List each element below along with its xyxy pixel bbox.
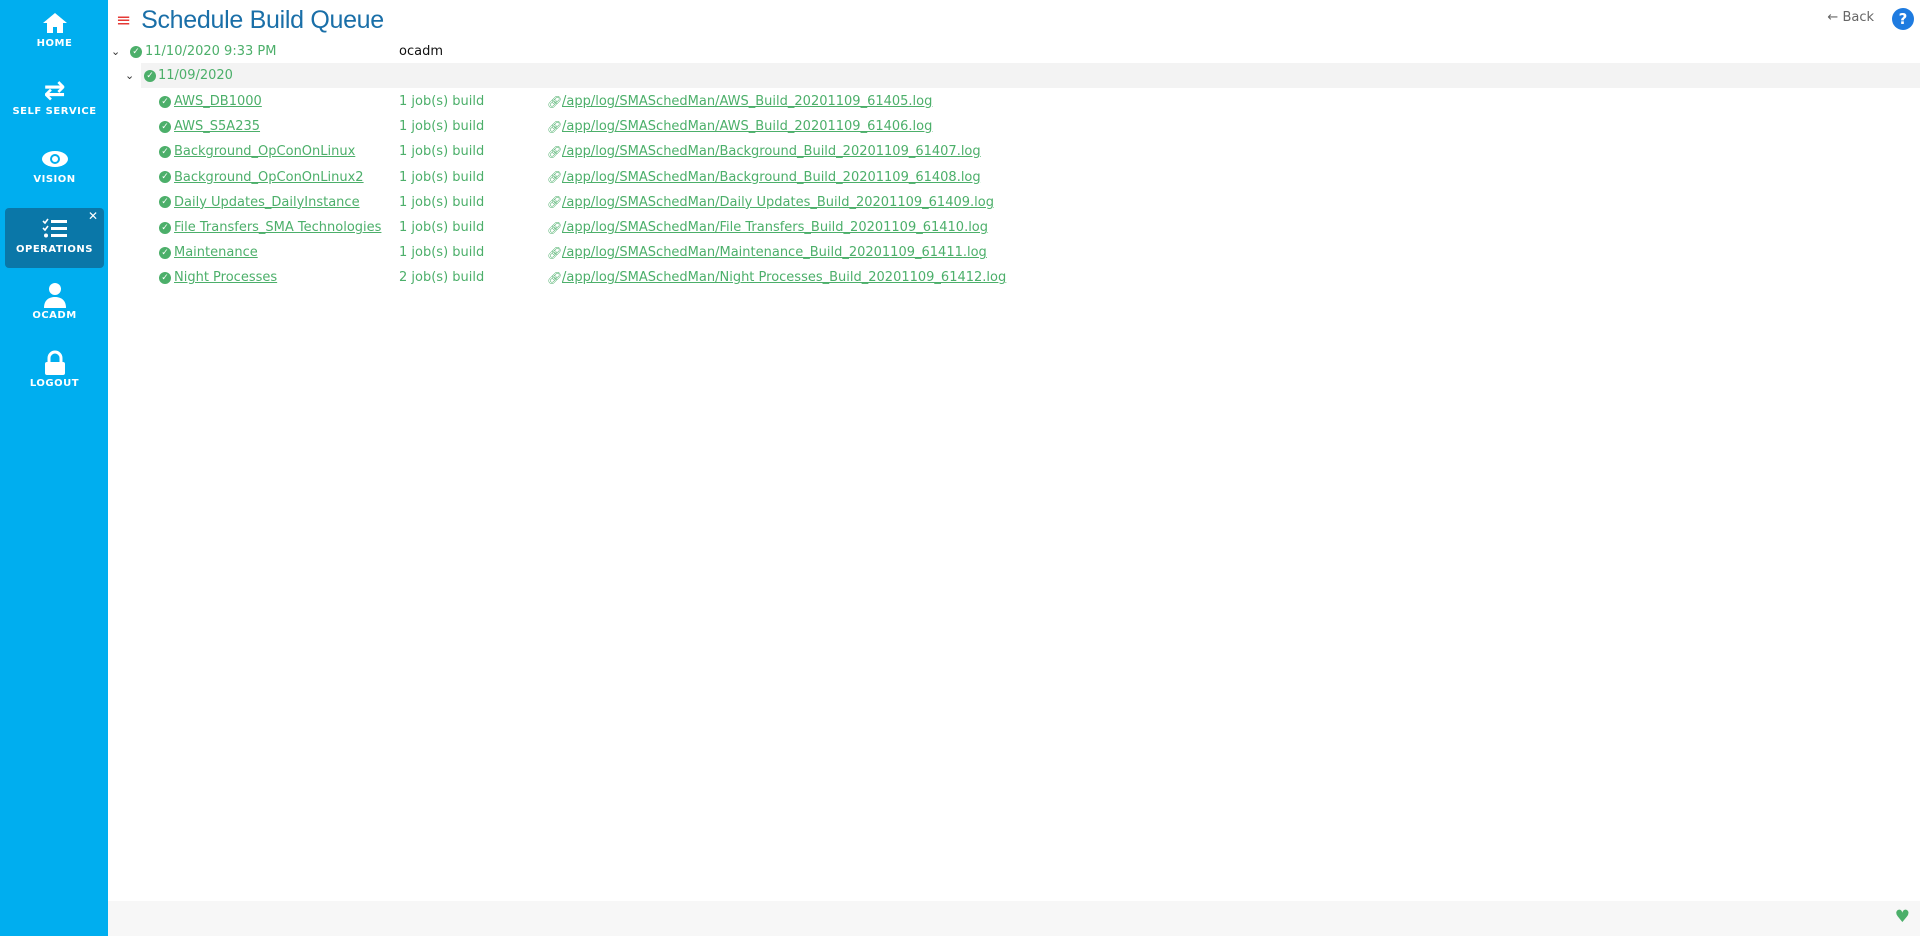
log-link[interactable]: /app/log/SMASchedMan/AWS_Build_20201109_… [562,94,932,109]
sidebar-item-operations[interactable]: ✕ OPERATIONS [5,208,104,268]
jobs-count: 1 job(s) build [399,169,485,185]
tree-item-row: ✓ Daily Updates_DailyInstance 1 job(s) b… [108,190,1920,215]
swap-icon: ⇄ [43,76,66,106]
chevron-down-icon[interactable]: ⌄ [111,45,120,58]
page-title: Schedule Build Queue [141,6,384,34]
sidebar-item-label: SELF SERVICE [12,106,97,117]
check-circle-icon: ✓ [159,246,171,259]
arrow-left-icon: ← [1827,10,1839,25]
hamburger-menu-icon[interactable]: ≡ [116,10,131,31]
eye-icon [5,144,104,174]
home-icon [5,8,104,38]
tree-date-row[interactable]: ⌄ ✓ 11/09/2020 [108,63,1920,88]
jobs-count: 2 job(s) build [399,270,485,286]
help-icon[interactable]: ? [1892,8,1914,30]
link-icon: 🔗︎ [547,144,563,159]
sidebar-item-label: OCADM [32,310,77,321]
check-circle-icon: ✓ [130,45,142,58]
jobs-count: 1 job(s) build [399,94,485,109]
root-user: ocadm [399,44,443,59]
sidebar-item-label: HOME [36,38,73,49]
sidebar-item-label: OPERATIONS [16,244,93,255]
tree-item-row: ✓ Night Processes 2 job(s) build 🔗︎ /app… [108,265,1920,290]
tree-item-row: ✓ Maintenance 1 job(s) build 🔗︎ /app/log… [108,240,1920,265]
sidebar-item-label: LOGOUT [29,378,80,389]
tree-item-row: ✓ Background_OpConOnLinux2 1 job(s) buil… [108,165,1920,190]
heartbeat-icon: ♥ [1894,907,1910,927]
log-link[interactable]: /app/log/SMASchedMan/Night Processes_Bui… [562,270,1006,285]
schedule-link[interactable]: AWS_S5A235 [174,119,260,134]
back-button[interactable]: ← Back [1827,10,1874,25]
jobs-count: 1 job(s) build [399,144,485,160]
check-circle-icon: ✓ [144,69,156,82]
link-icon: 🔗︎ [547,94,563,109]
jobs-count: 1 job(s) build [399,119,485,135]
main-content: ≡ Schedule Build Queue ← Back ? ⌄ ✓ 11/1… [108,0,1920,936]
chevron-down-icon[interactable]: ⌄ [125,69,134,82]
sidebar-item-label: VISION [33,174,76,185]
check-circle-icon: ✓ [159,95,171,108]
schedule-link[interactable]: Maintenance [174,245,258,260]
check-circle-icon: ✓ [159,196,171,209]
schedule-link[interactable]: AWS_DB1000 [174,94,262,109]
check-circle-icon: ✓ [159,145,171,158]
back-label: Back [1842,10,1874,25]
schedule-link[interactable]: File Transfers_SMA Technologies [174,220,381,235]
sidebar-item-home[interactable]: HOME [5,2,104,62]
schedule-link[interactable]: Night Processes [174,270,277,285]
schedule-link[interactable]: Background_OpConOnLinux2 [174,170,364,185]
link-icon: 🔗︎ [547,220,563,235]
schedule-link[interactable]: Background_OpConOnLinux [174,144,355,159]
check-circle-icon: ✓ [159,171,171,184]
tree-item-row: ✓ AWS_DB1000 1 job(s) build 🔗︎ /app/log/… [108,89,1920,114]
log-link[interactable]: /app/log/SMASchedMan/Background_Build_20… [562,170,981,185]
log-link[interactable]: /app/log/SMASchedMan/Maintenance_Build_2… [562,245,987,260]
lock-icon [5,348,104,378]
sidebar-item-logout[interactable]: LOGOUT [5,342,104,402]
link-icon: 🔗︎ [547,170,563,185]
root-timestamp: 11/10/2020 9:33 PM [145,44,277,59]
check-circle-icon: ✓ [159,120,171,133]
date-label: 11/09/2020 [158,68,233,83]
log-link[interactable]: /app/log/SMASchedMan/File Transfers_Buil… [562,220,988,235]
link-icon: 🔗︎ [547,195,563,210]
link-icon: 🔗︎ [547,245,563,260]
log-link[interactable]: /app/log/SMASchedMan/Background_Build_20… [562,144,981,159]
tree-item-row: ✓ Background_OpConOnLinux 1 job(s) build… [108,139,1920,164]
check-circle-icon: ✓ [159,271,171,284]
sidebar-item-ocadm[interactable]: OCADM [5,274,104,334]
jobs-count: 1 job(s) build [399,194,485,210]
link-icon: 🔗︎ [547,270,563,285]
tree-item-row: ✓ File Transfers_SMA Technologies 1 job(… [108,215,1920,240]
check-circle-icon: ✓ [159,221,171,234]
tree-root-row[interactable]: ⌄ ✓ 11/10/2020 9:33 PM ocadm [108,39,1920,64]
sidebar-item-vision[interactable]: VISION [5,138,104,198]
link-icon: 🔗︎ [547,119,563,134]
tree-item-row: ✓ AWS_S5A235 1 job(s) build 🔗︎ /app/log/… [108,114,1920,139]
user-icon [5,280,104,310]
sidebar: HOME ⇄ SELF SERVICE VISION ✕ OPERATIONS … [0,0,108,936]
jobs-count: 1 job(s) build [399,245,485,261]
log-link[interactable]: /app/log/SMASchedMan/AWS_Build_20201109_… [562,119,932,134]
schedule-link[interactable]: Daily Updates_DailyInstance [174,195,360,210]
row-highlight [141,63,1920,88]
log-link[interactable]: /app/log/SMASchedMan/Daily Updates_Build… [562,195,994,210]
close-icon[interactable]: ✕ [88,209,98,223]
jobs-count: 1 job(s) build [399,220,485,235]
sidebar-item-self-service[interactable]: ⇄ SELF SERVICE [5,70,104,130]
footer: ♥ [108,901,1920,936]
